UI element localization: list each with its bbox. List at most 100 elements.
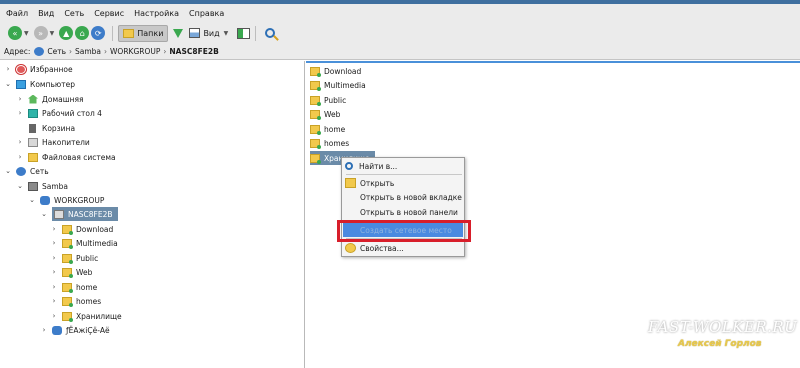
tree-item-computer[interactable]: ⌄ Компьютер: [4, 77, 75, 91]
forward-icon[interactable]: »: [33, 26, 48, 40]
tree-item-network[interactable]: ⌄ Сеть: [4, 164, 49, 178]
expand-icon[interactable]: ›: [50, 254, 58, 262]
tree-item-share[interactable]: › Web: [50, 265, 92, 279]
folder-icon: [28, 152, 38, 162]
collapse-icon[interactable]: ⌄: [28, 196, 36, 204]
context-menu: Найти в... Открыть Открыть в новой вклад…: [341, 157, 465, 257]
folders-toggle-label: Папки: [137, 28, 164, 38]
filter-icon[interactable]: [173, 28, 184, 38]
shared-folder-icon: [62, 224, 73, 235]
tree-item-share[interactable]: › homes: [50, 294, 101, 308]
list-item-label: Web: [324, 109, 341, 119]
home-icon[interactable]: ⌂: [75, 26, 90, 40]
list-item[interactable]: homes: [310, 136, 349, 150]
folder-icon: [123, 28, 135, 38]
tree-item-share[interactable]: › Download: [50, 222, 113, 236]
nas-server-icon: [54, 209, 64, 219]
shared-folder-icon: [62, 311, 73, 322]
workgroup-icon: [40, 195, 50, 205]
expand-icon[interactable]: ›: [4, 65, 12, 73]
tree-item-share[interactable]: › home: [50, 280, 97, 294]
tree-item-label: Файловая система: [42, 152, 116, 162]
list-item[interactable]: Multimedia: [310, 78, 366, 92]
tree-item-drives[interactable]: › Накопители: [16, 135, 90, 149]
menu-network[interactable]: Сеть: [64, 9, 84, 18]
folders-toggle-button[interactable]: Папки: [118, 24, 169, 42]
menu-item-label: Свойства...: [360, 243, 404, 253]
folder-tree-pane[interactable]: › Избранное ⌄ Компьютер › Домашняя › Раб…: [0, 61, 305, 368]
list-item[interactable]: home: [310, 122, 345, 136]
tree-item-label: Накопители: [42, 137, 90, 147]
split-panel-icon[interactable]: [237, 27, 251, 39]
shared-folder-icon: [310, 109, 321, 120]
list-item[interactable]: Public: [310, 93, 346, 107]
forward-history-arrow-icon[interactable]: ▼: [50, 30, 55, 37]
collapse-icon[interactable]: ⌄: [4, 80, 12, 88]
tree-item-label: Избранное: [30, 64, 73, 74]
refresh-icon[interactable]: ⟳: [91, 26, 106, 40]
tree-item-share[interactable]: › Public: [50, 251, 98, 265]
view-icon[interactable]: [189, 28, 201, 38]
view-dropdown-arrow-icon[interactable]: ▼: [224, 30, 229, 37]
menu-item-open-new-tab[interactable]: Открыть в новой вкладке: [343, 190, 463, 204]
expand-icon[interactable]: ›: [50, 239, 58, 247]
expand-icon[interactable]: ›: [16, 109, 24, 117]
collapse-icon[interactable]: ⌄: [16, 182, 24, 190]
back-history-arrow-icon[interactable]: ▼: [24, 30, 29, 37]
computer-icon: [16, 79, 26, 89]
expand-icon[interactable]: ›: [50, 283, 58, 291]
tree-item-label: Хранилище: [76, 311, 122, 321]
address-label: Адрес:: [4, 47, 31, 56]
breadcrumb-separator: ›: [68, 47, 72, 56]
menu-item-properties[interactable]: Свойства...: [343, 241, 463, 255]
search-icon[interactable]: [265, 28, 276, 38]
menu-item-open[interactable]: Открыть: [343, 176, 463, 190]
list-item[interactable]: Web: [310, 107, 340, 121]
tree-item-samba[interactable]: ⌄ Samba: [16, 179, 68, 193]
tree-item-label: ƒЁАжіÇё-Аё: [66, 325, 110, 335]
expand-icon[interactable]: ›: [16, 138, 24, 146]
expand-icon[interactable]: ›: [50, 312, 58, 320]
list-item[interactable]: Download: [310, 64, 361, 78]
address-bar[interactable]: Адрес: Сеть › Samba › WORKGROUP › NASC8F…: [0, 44, 800, 60]
tree-item-label: Корзина: [42, 123, 76, 133]
back-icon[interactable]: «: [8, 26, 22, 40]
menu-item-find[interactable]: Найти в...: [343, 159, 463, 173]
menu-file[interactable]: Файл: [6, 9, 28, 18]
expand-icon[interactable]: ›: [50, 225, 58, 233]
tree-item-filesystem[interactable]: › Файловая система: [16, 150, 116, 164]
menu-help[interactable]: Справка: [189, 9, 224, 18]
breadcrumb-workgroup[interactable]: WORKGROUP: [110, 47, 160, 56]
trash-icon: [29, 123, 36, 133]
tree-item-desktop[interactable]: › Рабочий стол 4: [16, 106, 102, 120]
menu-settings[interactable]: Настройка: [134, 9, 179, 18]
collapse-icon[interactable]: ⌄: [4, 167, 12, 175]
tree-item-label: Samba: [42, 181, 69, 191]
expand-icon[interactable]: ›: [50, 268, 58, 276]
breadcrumb-current[interactable]: NASC8FE2B: [169, 47, 218, 56]
view-button-label[interactable]: Вид: [203, 29, 219, 38]
tree-item-other[interactable]: › ƒЁАжіÇё-Аё: [40, 323, 110, 337]
tree-item-share[interactable]: › Хранилище: [50, 309, 122, 323]
collapse-icon[interactable]: ⌄: [40, 210, 48, 218]
breadcrumb-samba[interactable]: Samba: [75, 47, 101, 56]
tree-item-share[interactable]: › Multimedia: [50, 236, 118, 250]
network-icon: [34, 47, 45, 56]
tree-item-favorites[interactable]: › Избранное: [4, 62, 73, 76]
expand-icon[interactable]: ›: [50, 297, 58, 305]
tree-item-nas[interactable]: ⌄ NASC8FE2B: [40, 207, 119, 221]
menu-service[interactable]: Сервис: [94, 9, 124, 18]
tree-item-home[interactable]: › Домашняя: [16, 92, 84, 106]
tree-item-trash[interactable]: Корзина: [28, 121, 75, 135]
expand-icon[interactable]: ›: [16, 153, 24, 161]
tree-item-nas-selected[interactable]: NASC8FE2B: [52, 207, 119, 221]
shared-folder-icon: [62, 253, 73, 264]
up-icon[interactable]: ▲: [59, 26, 74, 40]
breadcrumb-network[interactable]: Сеть: [47, 47, 66, 56]
expand-icon[interactable]: ›: [40, 326, 48, 334]
tree-item-workgroup[interactable]: ⌄ WORKGROUP: [28, 193, 104, 207]
menu-view[interactable]: Вид: [38, 9, 54, 18]
menu-item-open-new-panel[interactable]: Открыть в новой панели: [343, 205, 463, 219]
tree-item-label: Multimedia: [76, 238, 118, 248]
expand-icon[interactable]: ›: [16, 95, 24, 103]
